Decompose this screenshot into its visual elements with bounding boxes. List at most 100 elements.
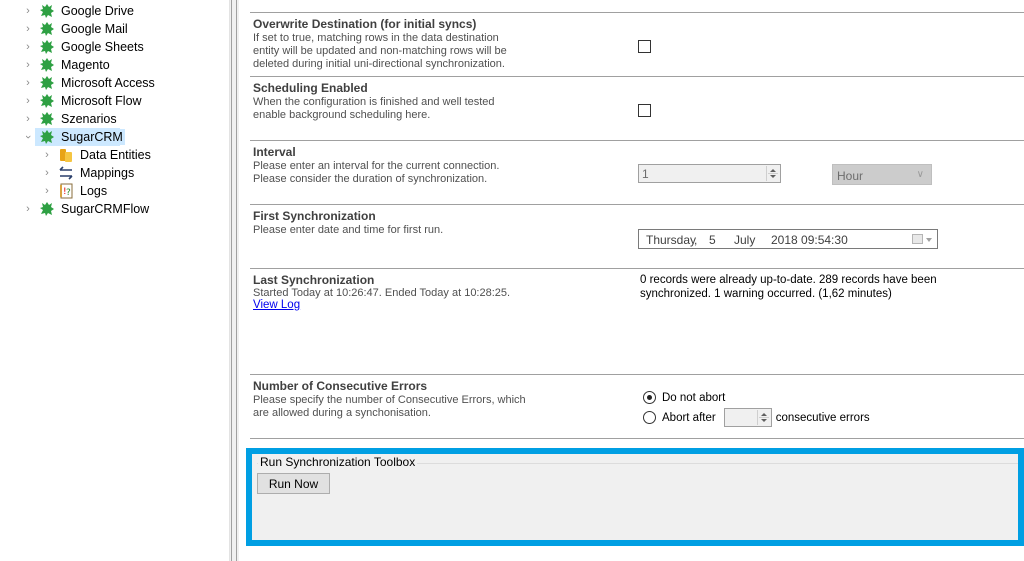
abort-after-count-input[interactable] xyxy=(723,408,772,427)
data-entities-icon xyxy=(57,147,75,163)
tree-item-microsoft-access[interactable]: › Microsoft Access xyxy=(22,74,157,92)
run-now-button[interactable]: Run Now xyxy=(257,473,330,494)
svg-text:?: ? xyxy=(66,188,71,198)
date-year-time[interactable]: 2018 09:54:30 xyxy=(771,233,848,247)
spin-divider xyxy=(758,417,769,418)
tree-item-magento[interactable]: › Magento xyxy=(22,56,112,74)
overwrite-description: If set to true, matching rows in the dat… xyxy=(253,32,507,70)
do-not-abort-label: Do not abort xyxy=(662,391,726,404)
interval-description: Please enter an interval for the current… xyxy=(253,160,500,185)
chevron-right-icon[interactable]: › xyxy=(22,41,34,53)
tree-item-logs[interactable]: › !? Logs xyxy=(41,182,109,200)
section-divider xyxy=(250,438,1024,439)
interval-unit-value: Hour xyxy=(837,169,864,183)
tree-item-label: Szenarios xyxy=(61,112,117,126)
tree-item-label: Magento xyxy=(61,58,110,72)
connection-puzzle-icon xyxy=(38,3,56,19)
scheduling-description: When the configuration is finished and w… xyxy=(253,96,495,121)
date-month[interactable]: July xyxy=(734,233,755,247)
chevron-right-icon[interactable]: › xyxy=(41,185,53,197)
tree-item-szenarios[interactable]: › Szenarios xyxy=(22,110,119,128)
chevron-right-icon[interactable]: › xyxy=(22,5,34,17)
interval-value-input[interactable]: 1 xyxy=(638,164,781,183)
first-sync-datetime-picker[interactable]: Thursday , 5 July 2018 09:54:30 xyxy=(638,229,938,249)
view-log-link[interactable]: View Log xyxy=(253,299,300,311)
tree-item-google-drive[interactable]: › Google Drive xyxy=(22,2,136,20)
overwrite-title: Overwrite Destination (for initial syncs… xyxy=(253,17,477,31)
dropdown-arrow-icon[interactable] xyxy=(926,238,932,242)
tree-item-label: Mappings xyxy=(80,166,135,180)
do-not-abort-radio[interactable] xyxy=(643,391,656,404)
chevron-right-icon[interactable]: › xyxy=(22,59,34,71)
run-sync-toolbox-highlight: Run Synchronization Toolbox Run Now xyxy=(246,448,1024,546)
spin-down-icon[interactable] xyxy=(770,175,776,178)
spin-up-icon[interactable] xyxy=(760,413,767,416)
first-sync-description: Please enter date and time for first run… xyxy=(253,224,444,236)
connection-settings-panel: Overwrite Destination (for initial syncs… xyxy=(239,0,1024,561)
calendar-icon[interactable] xyxy=(912,234,923,244)
errors-title: Number of Consecutive Errors xyxy=(253,379,428,393)
interval-unit-select[interactable]: Hour ∨ xyxy=(832,164,932,185)
connection-puzzle-icon xyxy=(38,201,56,217)
errors-description: Please specify the number of Consecutive… xyxy=(253,394,526,419)
tree-item-label: Google Mail xyxy=(61,22,128,36)
chevron-right-icon[interactable]: › xyxy=(41,167,53,179)
splitter-line xyxy=(229,0,230,561)
tree-item-label: Microsoft Access xyxy=(61,76,155,90)
last-sync-result: 0 records were already up-to-date. 289 r… xyxy=(640,274,937,300)
connection-tree: › Google Drive › Google Mail › Google Sh… xyxy=(0,0,229,561)
logs-icon: !? xyxy=(57,183,75,199)
section-divider xyxy=(250,374,1024,375)
mappings-icon xyxy=(57,165,75,181)
connection-puzzle-icon xyxy=(38,21,56,37)
connection-puzzle-icon xyxy=(38,75,56,91)
tree-item-microsoft-flow[interactable]: › Microsoft Flow xyxy=(22,92,144,110)
tree-item-sugarcrm[interactable]: › SugarCRM xyxy=(22,128,125,146)
section-divider xyxy=(250,12,1024,13)
tree-item-sugarcrmflow[interactable]: › SugarCRMFlow xyxy=(22,200,151,218)
toolbox-title: Run Synchronization Toolbox xyxy=(258,455,418,469)
spin-down-icon[interactable] xyxy=(760,419,767,422)
panel-splitter[interactable] xyxy=(229,0,239,561)
connection-puzzle-icon xyxy=(38,93,56,109)
tree-item-google-mail[interactable]: › Google Mail xyxy=(22,20,130,38)
section-divider xyxy=(250,140,1024,141)
connection-puzzle-icon xyxy=(38,129,56,145)
chevron-right-icon[interactable]: › xyxy=(41,149,53,161)
tree-item-label: Logs xyxy=(80,184,108,198)
date-weekday[interactable]: Thursday xyxy=(646,233,696,247)
chevron-right-icon[interactable]: › xyxy=(22,95,34,107)
tree-item-label: SugarCRM xyxy=(59,129,125,145)
connection-puzzle-icon xyxy=(38,111,56,127)
tree-item-google-sheets[interactable]: › Google Sheets xyxy=(22,38,146,56)
splitter-line xyxy=(236,0,237,561)
interval-spinner[interactable] xyxy=(766,166,779,181)
tree-item-label: Microsoft Flow xyxy=(61,94,142,108)
interval-value: 1 xyxy=(642,167,649,181)
date-separator: , xyxy=(694,233,698,247)
spin-divider xyxy=(768,173,778,174)
connection-puzzle-icon xyxy=(38,57,56,73)
chevron-down-icon[interactable]: › xyxy=(22,131,34,143)
tree-item-data-entities[interactable]: › Data Entities xyxy=(41,146,153,164)
tree-item-label: SugarCRMFlow xyxy=(61,202,150,216)
abort-after-label: Abort after xyxy=(662,411,716,424)
date-day[interactable]: 5 xyxy=(709,233,716,247)
abort-after-option[interactable]: Abort after consecutive errors xyxy=(643,408,870,427)
do-not-abort-option[interactable]: Do not abort xyxy=(643,391,725,404)
section-divider xyxy=(250,268,1024,269)
chevron-right-icon[interactable]: › xyxy=(22,77,34,89)
abort-count-spinner[interactable] xyxy=(756,410,770,425)
consecutive-errors-label: consecutive errors xyxy=(775,411,870,424)
chevron-right-icon[interactable]: › xyxy=(22,23,34,35)
scheduling-checkbox[interactable] xyxy=(638,104,651,117)
scheduling-title: Scheduling Enabled xyxy=(253,81,368,95)
chevron-right-icon[interactable]: › xyxy=(22,203,34,215)
tree-item-mappings[interactable]: › Mappings xyxy=(41,164,136,182)
first-sync-title: First Synchronization xyxy=(253,209,376,223)
overwrite-checkbox[interactable] xyxy=(638,40,651,53)
abort-after-radio[interactable] xyxy=(643,411,656,424)
section-divider xyxy=(250,204,1024,205)
spin-up-icon[interactable] xyxy=(770,169,776,172)
chevron-right-icon[interactable]: › xyxy=(22,113,34,125)
